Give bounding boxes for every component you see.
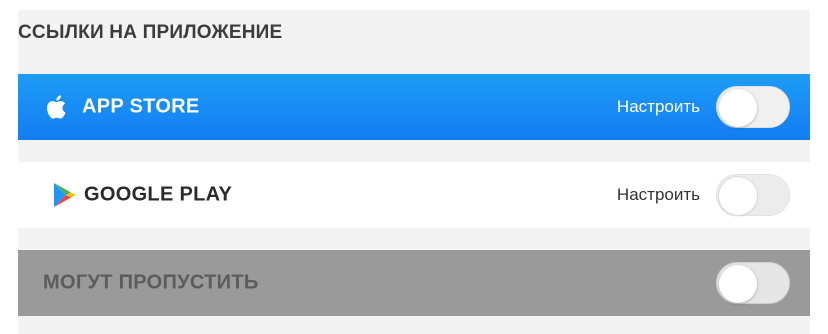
toggle-knob — [719, 177, 757, 215]
skip-toggle[interactable] — [716, 262, 790, 304]
google-play-configure-link[interactable]: Настроить — [617, 185, 700, 205]
skip-row: МОГУТ ПРОПУСТИТЬ — [18, 250, 810, 316]
app-store-row: APP STORE Настроить — [18, 74, 810, 140]
app-links-panel: ССЫЛКИ НА ПРИЛОЖЕНИЕ APP STORE Настроить… — [18, 10, 810, 334]
skip-label: МОГУТ ПРОПУСТИТЬ — [43, 271, 259, 294]
apple-icon — [46, 95, 66, 119]
toggle-knob — [719, 89, 757, 127]
google-play-row: GOOGLE PLAY Настроить — [18, 162, 810, 228]
app-store-configure-link[interactable]: Настроить — [617, 97, 700, 117]
google-play-icon — [54, 183, 76, 207]
app-store-toggle[interactable] — [716, 86, 790, 128]
section-title: ССЫЛКИ НА ПРИЛОЖЕНИЕ — [18, 22, 283, 43]
google-play-toggle[interactable] — [716, 174, 790, 216]
toggle-knob — [719, 265, 757, 303]
app-store-label: APP STORE — [82, 95, 200, 118]
google-play-label: GOOGLE PLAY — [84, 183, 233, 206]
